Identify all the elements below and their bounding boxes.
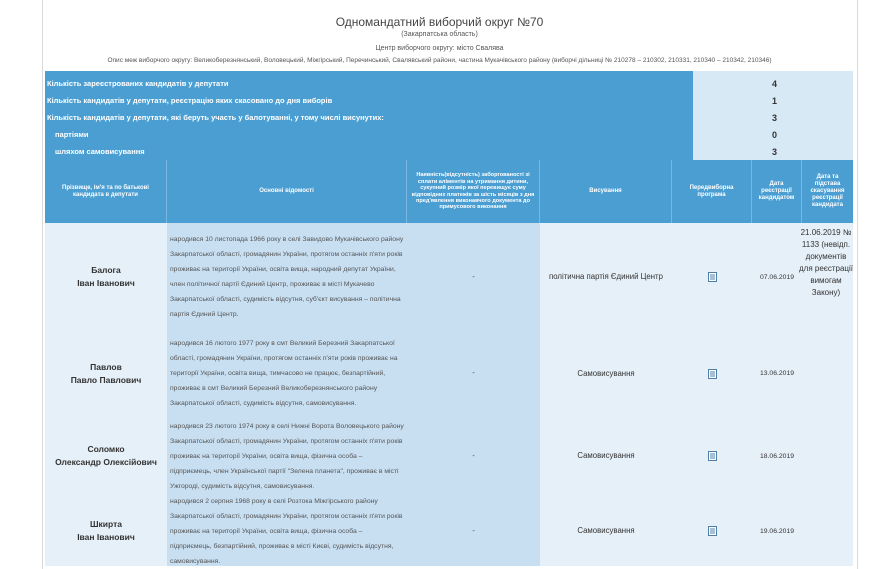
- candidate-given-name: Іван Іванович: [77, 278, 135, 288]
- summary-row-cancelled: Кількість кандидатів у депутати, реєстра…: [45, 92, 853, 109]
- candidate-info: народився 10 листопада 1966 року в селі …: [167, 223, 407, 331]
- district-boundaries: Опис меж виборчого округу: Великоберезня…: [107, 57, 772, 64]
- summary-value: 3: [693, 109, 853, 126]
- candidate-info: народився 2 серпня 1968 року в селі Розт…: [167, 496, 407, 566]
- summary-label: Кількість кандидатів у депутати, реєстра…: [45, 92, 693, 109]
- nomination: Самовисування: [540, 496, 672, 566]
- registration-date: 13.06.2019: [752, 331, 802, 416]
- document-icon[interactable]: [707, 451, 717, 461]
- alimony-debt: -: [407, 223, 540, 331]
- document-icon[interactable]: [707, 272, 717, 282]
- table-row: Соломко Олександр Олексійович народився …: [45, 416, 853, 496]
- nomination: політична партія Єдиний Центр: [540, 223, 672, 331]
- district-center: Центр виборчого округу: місто Свалява: [375, 45, 504, 52]
- document-icon[interactable]: [707, 368, 717, 379]
- candidate-surname: Балога: [91, 265, 121, 276]
- table-header: Прізвище, ім'я та по батькові кандидата …: [45, 160, 853, 223]
- page-title: Одномандатний виборчий округ №70: [335, 15, 544, 29]
- candidate-name[interactable]: Шкирта Іван Іванович: [45, 496, 167, 566]
- region-label: (Закарпатська область): [401, 31, 478, 38]
- alimony-debt: -: [407, 331, 540, 416]
- column-header-nomination: Висування: [540, 160, 672, 223]
- candidate-surname: Шкирта: [90, 519, 122, 530]
- candidate-given-name: Олександр Олексійович: [55, 457, 157, 467]
- column-header-reg-date: Дата реєстрації кандидатом: [752, 160, 802, 223]
- summary-value: 4: [693, 75, 853, 92]
- table-row: Балога Іван Іванович народився 10 листоп…: [45, 223, 853, 331]
- nomination: Самовисування: [540, 331, 672, 416]
- candidate-surname: Соломко: [87, 444, 125, 455]
- registration-date: 07.06.2019: [752, 223, 802, 331]
- summary-row-parties: партіями 0: [45, 126, 853, 143]
- alimony-debt: -: [407, 416, 540, 496]
- program-link[interactable]: [672, 331, 752, 416]
- registration-date: 18.06.2019: [752, 416, 802, 496]
- column-header-name: Прізвище, ім'я та по батькові кандидата …: [45, 160, 167, 223]
- summary-row-registered: Кількість зареєстрованих кандидатів у де…: [45, 75, 853, 92]
- document-icon[interactable]: [707, 526, 717, 536]
- column-header-info: Основні відомості: [167, 160, 407, 223]
- cancellation-status: 21.06.2019 № 1133 (невідп. документів дл…: [799, 223, 853, 566]
- program-link[interactable]: [672, 223, 752, 331]
- nomination: Самовисування: [540, 416, 672, 496]
- column-header-cancellation: Дата та підстава скасування реєстрації к…: [810, 174, 845, 208]
- summary-label: Кількість кандидатів у депутати, які бер…: [45, 109, 693, 126]
- candidate-given-name: Павло Павлович: [70, 374, 142, 385]
- alimony-debt: -: [407, 496, 540, 566]
- summary-label: шляхом самовисування: [45, 143, 693, 160]
- summary-value: 3: [693, 143, 853, 160]
- summary-value: 1: [693, 92, 853, 109]
- summary-row-self: шляхом самовисування 3: [45, 143, 853, 160]
- program-link[interactable]: [672, 496, 752, 566]
- candidate-surname: Павлов: [90, 361, 122, 372]
- summary-row-running: Кількість кандидатів у депутати, які бер…: [45, 109, 853, 126]
- column-header-program: Передвиборна програма: [672, 160, 752, 223]
- candidate-name[interactable]: Павлов Павло Павлович: [45, 331, 167, 416]
- summary-label: партіями: [45, 126, 693, 143]
- summary-value: 0: [693, 126, 853, 143]
- column-header-alimony: Наявність(відсутність) заборгованості зі…: [407, 160, 540, 223]
- table-row: Шкирта Іван Іванович народився 2 серпня …: [45, 496, 853, 566]
- summary-label: Кількість зареєстрованих кандидатів у де…: [45, 75, 693, 92]
- candidate-given-name: Іван Іванович: [77, 532, 135, 542]
- registration-date: 19.06.2019: [752, 496, 802, 566]
- candidate-name[interactable]: Балога Іван Іванович: [45, 223, 167, 331]
- candidate-name[interactable]: Соломко Олександр Олексійович: [45, 416, 167, 496]
- candidate-info: народився 23 лютого 1974 року в селі Ниж…: [167, 416, 407, 496]
- program-link[interactable]: [672, 416, 752, 496]
- table-row: Павлов Павло Павлович народився 16 лютог…: [45, 331, 853, 416]
- candidate-info: народився 16 лютого 1977 року в смт Вели…: [167, 331, 407, 416]
